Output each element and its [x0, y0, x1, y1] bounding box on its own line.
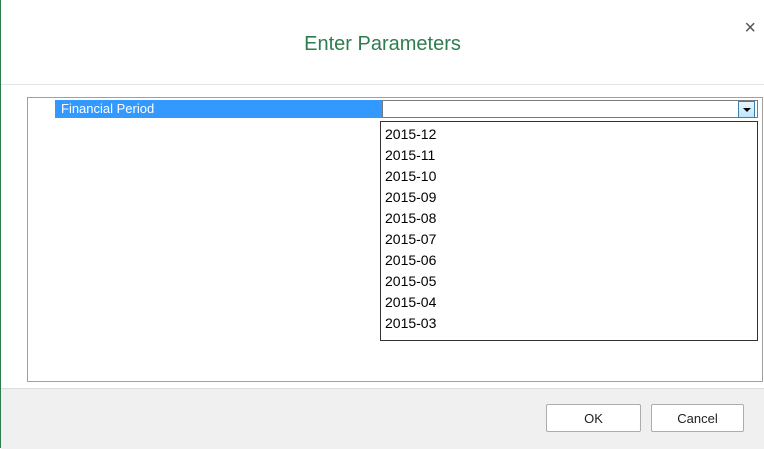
- cancel-button[interactable]: Cancel: [651, 404, 744, 432]
- close-icon[interactable]: ×: [744, 18, 756, 38]
- dialog-header: Enter Parameters ×: [1, 0, 764, 85]
- list-item[interactable]: 2015-03: [381, 313, 757, 334]
- list-item[interactable]: 2015-07: [381, 229, 757, 250]
- chevron-down-icon[interactable]: [738, 101, 755, 118]
- ok-button[interactable]: OK: [546, 404, 641, 432]
- dropdown-triangle: [742, 107, 751, 112]
- list-item[interactable]: 2015-09: [381, 187, 757, 208]
- dialog-footer: [1, 388, 764, 449]
- list-item[interactable]: 2015-12: [381, 124, 757, 145]
- parameter-label-financial-period[interactable]: Financial Period: [55, 100, 382, 118]
- list-item[interactable]: 2015-06: [381, 250, 757, 271]
- list-item[interactable]: 2015-08: [381, 208, 757, 229]
- list-item[interactable]: 2015-05: [381, 271, 757, 292]
- enter-parameters-dialog: Enter Parameters × Financial Period 2015…: [0, 0, 764, 449]
- list-item[interactable]: 2015-10: [381, 166, 757, 187]
- list-item[interactable]: 2015-11: [381, 145, 757, 166]
- financial-period-select[interactable]: [382, 100, 758, 118]
- dialog-title: Enter Parameters: [304, 33, 461, 55]
- list-item[interactable]: 2015-04: [381, 292, 757, 313]
- financial-period-dropdown-list[interactable]: 2015-12 2015-11 2015-10 2015-09 2015-08 …: [380, 121, 758, 341]
